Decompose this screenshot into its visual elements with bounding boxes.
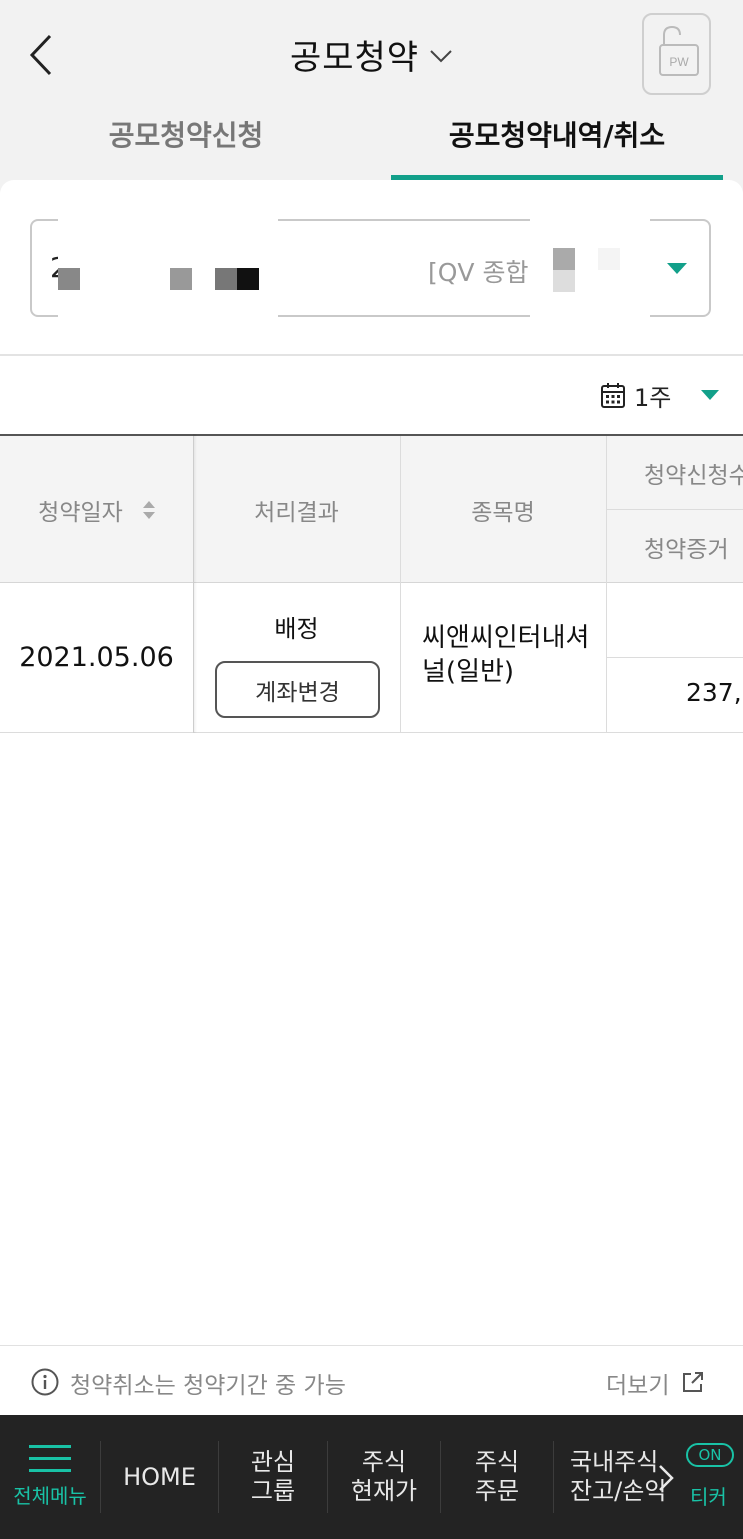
- external-link-icon[interactable]: [681, 1370, 705, 1394]
- row-date: 2021.05.06: [19, 642, 174, 673]
- nav-watch-line1: 관심: [250, 1448, 296, 1476]
- result-status: 배정: [274, 615, 319, 643]
- nav-price-line1: 주식: [361, 1448, 407, 1476]
- privacy-mask: [598, 248, 620, 270]
- content-panel: 2 [QV 종합ㅁ 1주 청약일자 처리결과 종목명 청약신청수: [0, 180, 743, 1345]
- divider: [0, 354, 743, 356]
- ticker-label: 티커: [690, 1485, 727, 1509]
- tab-bar: 공모청약신청 공모청약내역/취소: [0, 108, 743, 180]
- pw-text: PW: [669, 55, 689, 69]
- divider: [606, 657, 743, 658]
- dropdown-arrow-icon: [667, 263, 687, 274]
- info-icon: [31, 1368, 59, 1396]
- more-link[interactable]: 더보기: [606, 1366, 669, 1400]
- ticker-on-badge[interactable]: ON: [686, 1443, 734, 1467]
- bottom-nav: 전체메뉴 HOME 관심 그룹 주식 현재가 주식 주문 국내주식 잔고/손익 …: [0, 1415, 743, 1539]
- frozen-column-shadow: [193, 434, 197, 733]
- row-stock-name: 씨앤씨인터내셔널(일반): [422, 623, 590, 687]
- privacy-mask: [237, 268, 259, 290]
- row-result: 배정 계좌변경: [193, 583, 400, 732]
- table-row[interactable]: 2021.05.06 배정 계좌변경 씨앤씨인터내셔널(일반) 237,: [0, 583, 743, 733]
- nav-watch-line2: 그룹: [250, 1477, 296, 1505]
- page-title-text: 공모청약: [289, 38, 420, 78]
- period-label: 1주: [634, 383, 672, 412]
- header-date[interactable]: 청약일자: [0, 436, 193, 583]
- chevron-right-icon[interactable]: [655, 1463, 677, 1493]
- privacy-mask: [170, 268, 192, 290]
- header-qty: 청약신청수: [644, 463, 743, 489]
- calendar-icon: [601, 383, 625, 408]
- nav-all-menu[interactable]: 전체메뉴: [0, 1415, 100, 1539]
- nav-watch-group[interactable]: 관심 그룹: [219, 1415, 327, 1539]
- change-account-button[interactable]: 계좌변경: [215, 661, 380, 718]
- nav-order-line2: 주문: [474, 1477, 520, 1505]
- header-date-label: 청약일자: [38, 499, 123, 526]
- privacy-mask: [58, 210, 278, 395]
- row-deposit-amount: 237,: [686, 678, 742, 707]
- page-title[interactable]: 공모청약: [0, 30, 743, 79]
- password-lock-button[interactable]: PW: [642, 13, 711, 95]
- nav-home[interactable]: HOME: [101, 1415, 218, 1539]
- privacy-mask: [215, 268, 237, 290]
- header-result: 처리결과: [254, 499, 339, 526]
- chevron-down-icon: [430, 49, 452, 62]
- nav-stock-order[interactable]: 주식 주문: [441, 1415, 553, 1539]
- tab-ipo-apply[interactable]: 공모청약신청: [0, 108, 372, 180]
- privacy-mask: [530, 210, 650, 330]
- privacy-mask: [553, 270, 575, 292]
- header-deposit: 청약증거: [644, 537, 729, 563]
- nav-balance-line2: 잔고/손익: [570, 1477, 667, 1505]
- info-message: 청약취소는 청약기간 중 가능: [70, 1373, 346, 1399]
- divider: [553, 1441, 554, 1513]
- period-selector[interactable]: 1주: [600, 378, 720, 412]
- nav-order-line1: 주식: [474, 1448, 520, 1476]
- divider: [400, 583, 401, 732]
- lock-pw-icon: PW: [659, 25, 699, 76]
- table-header: 청약일자 처리결과 종목명 청약신청수 청약증거: [0, 434, 743, 583]
- sort-icon: [142, 500, 155, 519]
- nav-all-menu-label: 전체메뉴: [13, 1483, 87, 1508]
- nav-stock-price[interactable]: 주식 현재가: [328, 1415, 440, 1539]
- nav-price-line2: 현재가: [350, 1477, 418, 1505]
- divider: [400, 436, 401, 583]
- tab-ipo-history[interactable]: 공모청약내역/취소: [391, 108, 723, 180]
- info-bar: 청약취소는 청약기간 중 가능 더보기: [0, 1345, 743, 1415]
- privacy-mask: [553, 248, 575, 270]
- divider: [606, 583, 607, 732]
- row-qty: 237,: [606, 583, 743, 732]
- header-name: 종목명: [471, 499, 535, 526]
- hamburger-menu-icon: [29, 1444, 71, 1472]
- nav-balance-line1: 국내주식: [570, 1448, 659, 1476]
- dropdown-arrow-icon: [701, 390, 720, 400]
- header: 공모청약 PW: [0, 0, 743, 110]
- divider: [606, 436, 607, 583]
- privacy-mask: [58, 268, 80, 290]
